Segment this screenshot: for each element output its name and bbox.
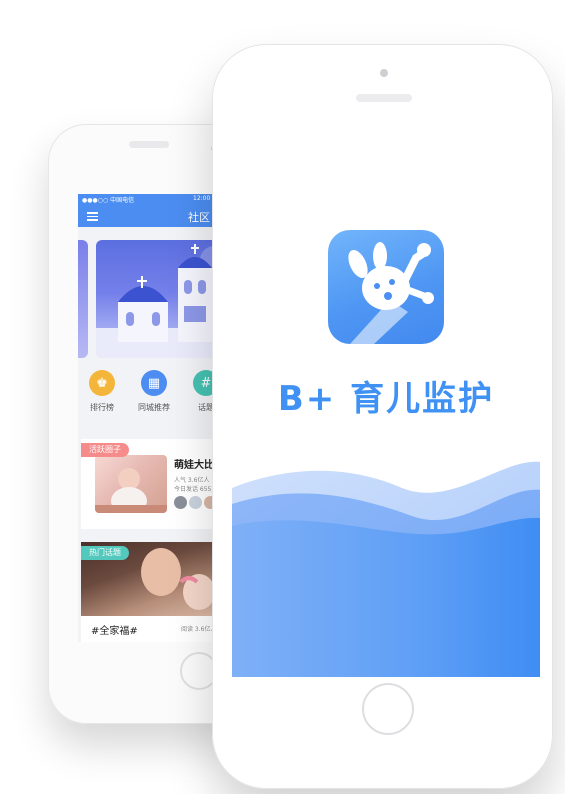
app-name: B+ 育儿监护 (277, 379, 495, 419)
active-circle-tag: 活跃圈子 (81, 443, 129, 457)
menu-icon[interactable] (87, 212, 98, 221)
feature-label: 同城推荐 (138, 403, 170, 412)
popularity-stat: 人气 3.6亿人 (174, 477, 210, 484)
splash-screen: B+ 育儿监护 (232, 126, 540, 677)
hot-topic-tag: 热门话题 (81, 546, 129, 560)
trophy-icon: ♚ (89, 370, 115, 396)
feature-ranking[interactable]: ♚ 排行榜 (78, 370, 126, 413)
front-home-button[interactable] (362, 683, 414, 735)
page-title: 社区 (188, 211, 210, 224)
wave-decoration (232, 461, 540, 677)
carrier-label: ●●●○○ 中国电信 (82, 197, 135, 204)
feature-city-recommend[interactable]: ▦ 同城推荐 (130, 370, 178, 413)
baby-photo-art (95, 468, 167, 513)
back-phone-speaker (129, 141, 169, 148)
front-speaker (356, 94, 412, 102)
status-time: 12:00 (193, 195, 211, 202)
avatar (189, 496, 202, 509)
banner-prev-slide[interactable] (78, 240, 88, 358)
card-title: #全家福# (91, 626, 138, 637)
giraffe-face-icon (328, 230, 444, 344)
city-icon: ▦ (141, 370, 167, 396)
feature-label: 排行榜 (90, 403, 114, 412)
avatar (174, 496, 187, 509)
app-logo-art (348, 242, 434, 344)
today-posts-stat: 今日发话 655万 (174, 486, 218, 493)
baby-photo (95, 455, 167, 513)
front-camera (380, 69, 388, 77)
